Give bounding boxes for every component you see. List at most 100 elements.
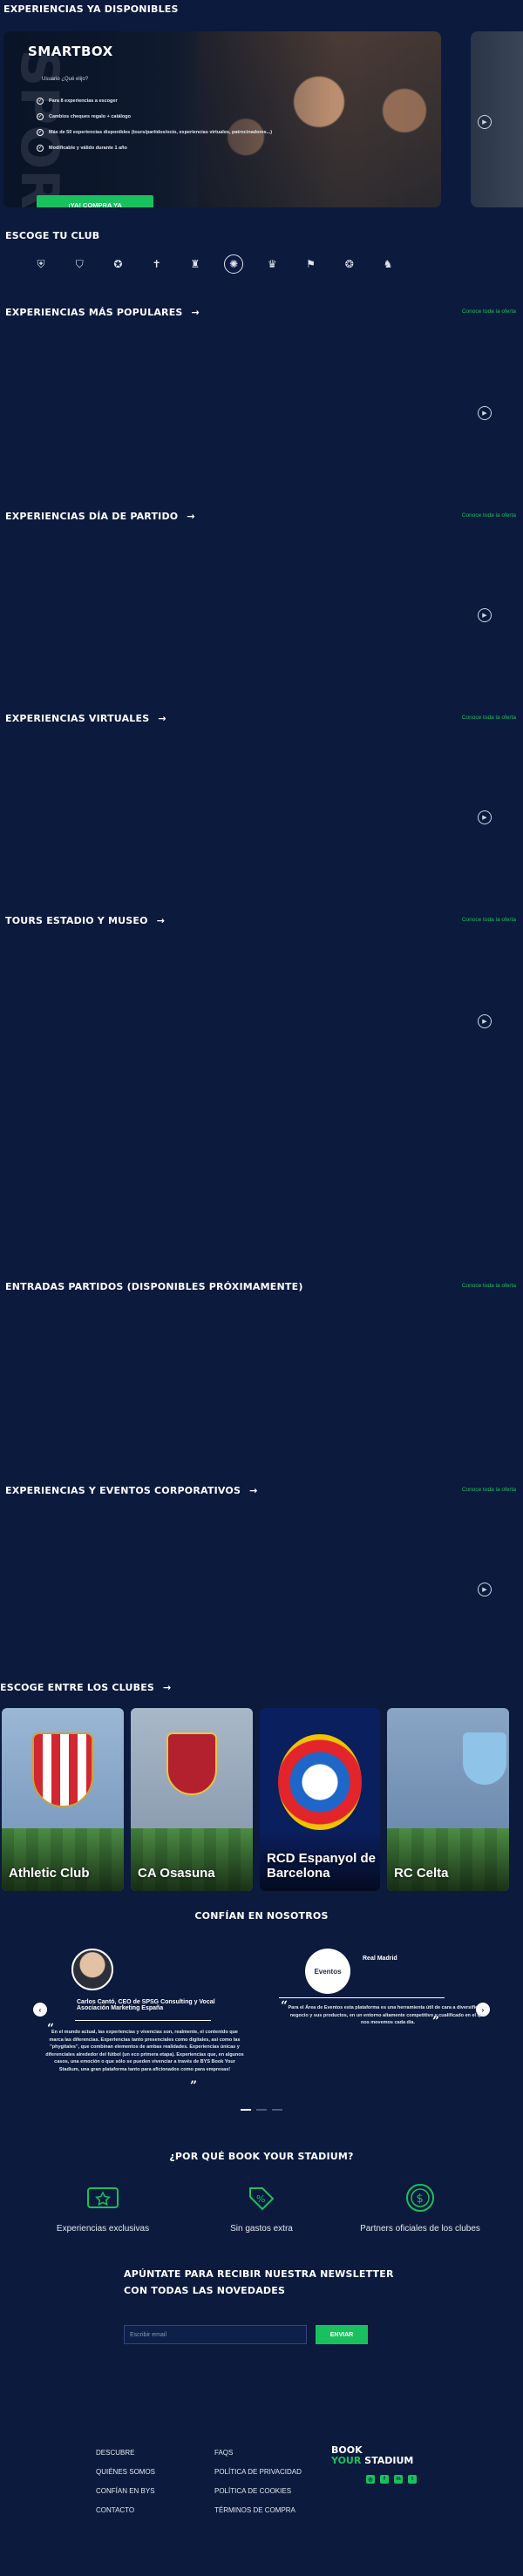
- arrow-right-icon: →: [187, 511, 195, 522]
- divider: [75, 2020, 211, 2021]
- arrow-right-icon: →: [156, 915, 166, 926]
- athletic-crest-icon[interactable]: ⛨: [31, 254, 51, 274]
- book-your-stadium-logo[interactable]: BOOK YOUR STADIUM: [331, 2444, 414, 2467]
- testimonial-author: Real Madrid: [363, 1956, 397, 1962]
- check-icon: ✓: [37, 129, 44, 136]
- category-title-text: EXPERIENCIAS Y EVENTOS CORPORATIVOS: [5, 1485, 241, 1496]
- play-icon: ▶: [482, 410, 487, 417]
- twitter-icon[interactable]: t: [408, 2475, 417, 2484]
- subscribe-button[interactable]: ENVIAR: [316, 2325, 368, 2344]
- see-all-link[interactable]: Conoce toda la oferta: [462, 715, 516, 721]
- check-icon: ✓: [37, 145, 44, 152]
- category-title-text: EXPERIENCIAS MÁS POPULARES: [5, 307, 183, 318]
- why-item: % Sin gastos extra: [183, 2180, 340, 2234]
- buy-now-button[interactable]: ¡YA! COMPRA YA: [37, 195, 153, 207]
- cross-crest-icon[interactable]: ✝: [147, 254, 166, 274]
- hero-card[interactable]: SPORT SMARTBOX Usuario ¿Qué elijo? ✓ Para…: [3, 31, 441, 207]
- arrow-right-icon: →: [249, 1485, 258, 1496]
- see-all-link[interactable]: Conoce toda la oferta: [462, 917, 516, 923]
- testimonial-quote: Para el Área de Eventos esta plataforma …: [288, 2005, 488, 2026]
- celta-crest-icon: [463, 1732, 506, 1785]
- club-card[interactable]: RCD Espanyol de Barcelona: [260, 1708, 380, 1891]
- category-title-text: EXPERIENCIAS VIRTUALES: [5, 713, 150, 724]
- club-cards-title[interactable]: ESCOGE ENTRE LOS CLUBES →: [0, 1682, 171, 1693]
- see-all-link[interactable]: Conoce toda la oferta: [462, 1283, 516, 1289]
- see-all-link[interactable]: Conoce toda la oferta: [462, 1487, 516, 1493]
- see-all-link[interactable]: Conoce toda la oferta: [462, 512, 516, 519]
- sevilla-crest-icon[interactable]: ✺: [224, 254, 244, 274]
- carousel-next-button[interactable]: ▶: [478, 115, 492, 129]
- carousel-dot[interactable]: [272, 2109, 282, 2111]
- club-card[interactable]: CA Osasuna: [131, 1708, 253, 1891]
- category-title[interactable]: ENTRADAS PARTIDOS (DISPONIBLES PRÓXIMAME…: [5, 1281, 520, 1292]
- footer-link-terminos[interactable]: TÉRMINOS DE COMPRA: [214, 2506, 302, 2514]
- category-section: EXPERIENCIAS VIRTUALES → Conoce toda la o…: [5, 713, 520, 724]
- club-card[interactable]: RC Celta: [387, 1708, 509, 1891]
- espanyol-crest-icon: [278, 1734, 362, 1830]
- category-title[interactable]: EXPERIENCIAS VIRTUALES →: [5, 713, 520, 724]
- category-section: EXPERIENCIAS MÁS POPULARES → Conoce toda …: [5, 307, 520, 318]
- category-title[interactable]: EXPERIENCIAS Y EVENTOS CORPORATIVOS →: [5, 1485, 520, 1496]
- footer-link-descubre[interactable]: DESCUBRE: [96, 2449, 155, 2457]
- club-card-shade: [2, 1830, 124, 1891]
- real-madrid-crest-icon[interactable]: ♛: [262, 254, 282, 274]
- footer-link-quienes-somos[interactable]: QUIÉNES SOMOS: [96, 2468, 155, 2476]
- play-icon: ▶: [482, 119, 487, 125]
- hero-brand: SMARTBOX: [28, 44, 113, 59]
- club-picker-title-text: ESCOGE TU CLUB: [5, 230, 100, 241]
- category-title[interactable]: TOURS ESTADIO Y MUSEO →: [5, 915, 520, 926]
- footer-link-confian[interactable]: CONFÍAN EN BYS: [96, 2487, 155, 2495]
- valencia-crest-icon[interactable]: ♞: [378, 254, 397, 274]
- divider: [279, 1997, 445, 1998]
- footer-link-contacto[interactable]: CONTACTO: [96, 2506, 155, 2514]
- why-label: Partners oficiales de los clubes: [360, 2224, 480, 2234]
- category-title-text: TOURS ESTADIO Y MUSEO: [5, 915, 148, 926]
- hero-feature-text: Cambios cheques regalo + catálogo: [49, 114, 131, 119]
- category-section: ENTRADAS PARTIDOS (DISPONIBLES PRÓXIMAME…: [5, 1281, 520, 1292]
- footer-link-cookies[interactable]: POLÍTICA DE COOKIES: [214, 2487, 302, 2495]
- espanyol-crest-icon[interactable]: ✪: [108, 254, 127, 274]
- carousel-next-button[interactable]: ▶: [478, 1583, 492, 1596]
- carousel-dots: [241, 2109, 282, 2111]
- why-label: Sin gastos extra: [230, 2224, 293, 2234]
- why-title: ¿POR QUÉ BOOK YOUR STADIUM?: [0, 2151, 523, 2162]
- carousel-next-button[interactable]: ▶: [478, 608, 492, 622]
- club-picker-title: ESCOGE TU CLUB: [5, 230, 99, 241]
- instagram-icon[interactable]: ◎: [366, 2475, 375, 2484]
- carousel-dot[interactable]: [241, 2109, 251, 2111]
- club-picker: ⛨ ⛉ ✪ ✝ ♜ ✺ ♛ ⚑ ❂ ♞: [31, 254, 397, 274]
- category-section: EXPERIENCIAS DÍA DE PARTIDO → Conoce toda…: [5, 511, 520, 522]
- shield-crest-icon[interactable]: ⚑: [302, 254, 321, 274]
- footer-link-faqs[interactable]: FAQS: [214, 2449, 302, 2457]
- club-card-name: RCD Espanyol de Barcelona: [267, 1850, 377, 1881]
- carousel-dot[interactable]: [256, 2109, 267, 2111]
- category-title[interactable]: EXPERIENCIAS DÍA DE PARTIDO →: [5, 511, 520, 522]
- betis-crest-icon[interactable]: ♜: [186, 254, 205, 274]
- category-title-text: ENTRADAS PARTIDOS (DISPONIBLES PRÓXIMAME…: [5, 1281, 303, 1292]
- dollar-coin-icon: $: [403, 2180, 438, 2215]
- quote-open-icon: “: [281, 1999, 289, 2013]
- celta-crest-icon[interactable]: ❂: [340, 254, 359, 274]
- see-all-link[interactable]: Conoce toda la oferta: [462, 308, 516, 315]
- linkedin-icon[interactable]: in: [394, 2475, 403, 2484]
- eventos-logo-text: Eventos: [314, 1967, 342, 1976]
- category-title[interactable]: EXPERIENCIAS MÁS POPULARES →: [5, 307, 520, 318]
- carousel-next-button[interactable]: ▶: [478, 1014, 492, 1028]
- facebook-icon[interactable]: f: [380, 2475, 389, 2484]
- carousel-next-button[interactable]: ▶: [478, 406, 492, 420]
- testimonial-prev-button[interactable]: ‹: [33, 2003, 47, 2017]
- club-cards-title-text: ESCOGE ENTRE LOS CLUBES: [0, 1682, 155, 1693]
- arrow-right-icon: →: [158, 713, 166, 724]
- club-card-shade: [387, 1830, 509, 1891]
- svg-text:$: $: [417, 2193, 424, 2206]
- club-card[interactable]: Athletic Club: [2, 1708, 124, 1891]
- carousel-next-button[interactable]: ▶: [478, 810, 492, 824]
- osasuna-crest-icon[interactable]: ⛉: [70, 254, 89, 274]
- logo-line-2b: STADIUM: [364, 2455, 414, 2467]
- avatar: [71, 1949, 113, 1990]
- footer-link-privacidad[interactable]: POLÍTICA DE PRIVACIDAD: [214, 2468, 302, 2476]
- email-input[interactable]: Escribir email: [124, 2325, 307, 2344]
- eventos-logo: Eventos: [305, 1949, 350, 1994]
- trust-title: CONFÍAN EN NOSOTROS: [0, 1910, 523, 1922]
- hero-feature: ✓ Para 8 experiencias a escoger: [37, 98, 316, 105]
